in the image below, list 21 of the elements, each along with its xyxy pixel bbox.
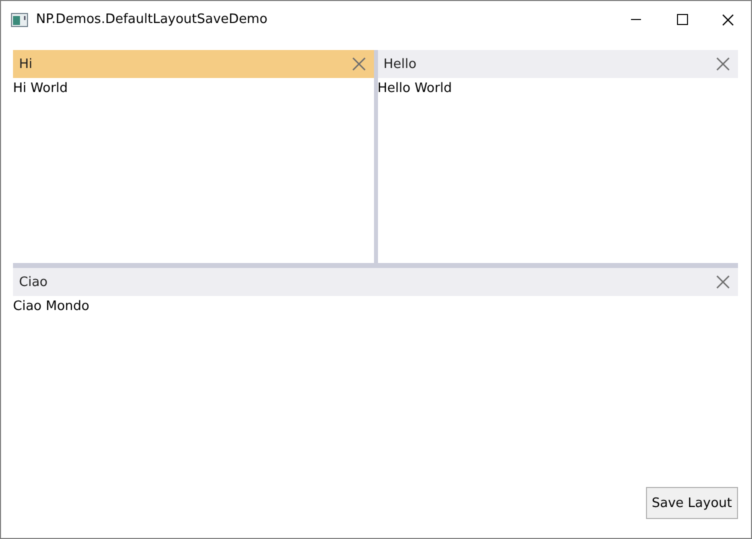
close-icon [722,14,734,26]
save-layout-button[interactable]: Save Layout [646,487,738,519]
pane-title: Hi [19,56,34,72]
window-title: NP.Demos.DefaultLayoutSaveDemo [36,12,268,27]
pane-tab[interactable]: Ciao [13,268,738,296]
close-button[interactable] [352,57,366,71]
pane-content: Hello World [378,80,453,96]
pane-title: Ciao [19,274,49,290]
close-icon [716,275,730,289]
pane-tab[interactable]: Hello [378,50,738,78]
pane-content: Ciao Mondo [13,298,90,314]
close-button[interactable] [716,57,730,71]
maximize-icon [676,14,688,25]
app-icon [11,12,28,26]
minimize-icon [631,19,641,20]
pane-content: Hi World [13,80,69,96]
close-icon [716,57,730,71]
pane-title: Hello [384,56,418,72]
close-button[interactable] [716,275,730,289]
pane-tab[interactable]: Hi [13,50,374,78]
close-icon [352,57,366,71]
